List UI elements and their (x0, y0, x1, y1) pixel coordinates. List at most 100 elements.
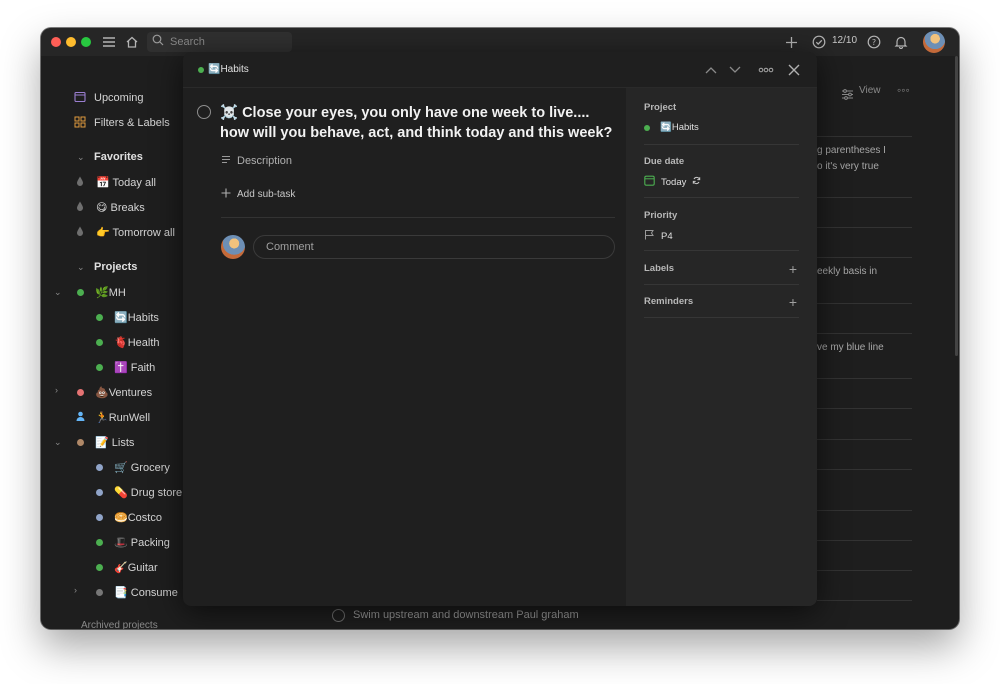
project-color-dot (96, 463, 103, 471)
sidebar-item-project[interactable]: 🛒 Grocery (96, 458, 170, 476)
productivity-check-icon[interactable] (811, 32, 827, 52)
divider (644, 284, 799, 285)
sidebar-item-favorite[interactable]: 😋 Breaks (76, 198, 145, 216)
calendar-icon (644, 175, 655, 189)
divider (644, 144, 799, 145)
chevron-down-icon[interactable]: ⌄ (54, 437, 62, 448)
favorites-header[interactable]: Favorites (94, 148, 143, 166)
priority-value: P4 (661, 230, 673, 242)
calendar-icon (74, 91, 86, 106)
project-color-dot (77, 388, 84, 396)
sidebar-item-label: 📅 Today all (96, 176, 156, 189)
search-bar[interactable] (147, 32, 292, 52)
sidebar-item-label: Upcoming (94, 92, 144, 104)
sidebar-item-project[interactable]: ✝️ Faith (96, 358, 155, 376)
sidebar-item-project[interactable]: 🎸Guitar (96, 558, 158, 576)
task-checkbox[interactable] (332, 609, 345, 622)
sidebar-item-label: 😋 Breaks (96, 201, 145, 214)
app-window: 12/10 ? Upcoming Filters & Labels ⌄ Favo… (41, 28, 959, 629)
project-label: Project (644, 102, 677, 113)
sidebar-item-favorite[interactable]: 👉 Tomorrow all (76, 223, 175, 241)
sidebar-item-favorite[interactable]: 📅 Today all (76, 173, 156, 191)
task-complete-checkbox[interactable] (197, 105, 211, 119)
sidebar-item-label: 🛒 Grocery (114, 461, 170, 474)
menu-icon[interactable] (101, 32, 117, 52)
projects-header[interactable]: Projects (94, 258, 137, 276)
next-task-chevron-down-icon[interactable] (727, 62, 743, 78)
sidebar-item-project[interactable]: 🫀Health (96, 333, 160, 351)
background-task-title[interactable]: Swim upstream and downstream Paul graham (353, 609, 579, 621)
project-color-dot (96, 488, 103, 496)
karma-counter[interactable]: 12/10 (832, 35, 857, 46)
add-label-plus-icon[interactable]: + (786, 262, 800, 276)
previous-task-chevron-up-icon[interactable] (703, 62, 719, 78)
search-input[interactable] (170, 36, 280, 48)
sidebar-item-label: 💊 Drug store (114, 486, 183, 499)
sidebar-item-project[interactable]: 💩Ventures (77, 383, 152, 401)
sidebar-item-project[interactable]: 🌿MH (77, 283, 126, 301)
minimize-window-button[interactable] (66, 37, 76, 47)
divider (817, 378, 912, 379)
sidebar-item-label: 🥯Costco (114, 511, 162, 524)
priority-selector[interactable]: P4 (644, 229, 673, 243)
chevron-right-icon[interactable]: › (55, 385, 58, 395)
due-date-selector[interactable]: Today (644, 175, 701, 189)
due-date-label: Due date (644, 156, 685, 167)
help-icon[interactable]: ? (866, 32, 882, 52)
sidebar-item-project[interactable]: 🏃RunWell (76, 408, 150, 426)
more-options-icon[interactable] (756, 62, 776, 78)
archived-projects-link[interactable]: Archived projects (81, 620, 158, 629)
home-icon[interactable] (124, 32, 140, 52)
divider (817, 570, 912, 571)
user-avatar[interactable] (923, 31, 945, 53)
chevron-right-icon[interactable]: › (74, 585, 77, 595)
breadcrumb[interactable]: 🔄Habits (198, 64, 249, 75)
sidebar-item-label: 🎩 Packing (114, 536, 170, 549)
scrollbar[interactable] (955, 56, 958, 356)
due-date-value: Today (661, 176, 687, 188)
drop-icon (76, 176, 84, 189)
task-title[interactable]: ☠️ Close your eyes, you only have one we… (220, 103, 620, 143)
sidebar: Upcoming Filters & Labels ⌄ Favorites 📅 … (41, 56, 184, 629)
description-field[interactable]: Description (221, 155, 292, 167)
description-lines-icon (221, 155, 231, 167)
view-button[interactable]: View (859, 85, 881, 96)
sidebar-item-project[interactable]: 🎩 Packing (96, 533, 170, 551)
sidebar-item-project[interactable]: 💊 Drug store (96, 483, 182, 501)
sidebar-item-project[interactable]: 📑 Consume (96, 583, 178, 601)
divider (817, 600, 912, 601)
drop-icon (76, 201, 84, 214)
add-reminder-plus-icon[interactable]: + (786, 295, 800, 309)
sidebar-item-project[interactable]: 📝 Lists (77, 433, 134, 451)
project-color-dot (198, 66, 204, 73)
add-subtask-button[interactable]: Add sub-task (221, 188, 295, 201)
filters-grid-icon (74, 116, 86, 131)
sidebar-item-upcoming[interactable]: Upcoming (74, 89, 144, 107)
divider (817, 439, 912, 440)
project-selector[interactable]: 🔄Habits (644, 122, 699, 133)
divider (817, 469, 912, 470)
comment-input[interactable] (253, 235, 615, 259)
chevron-down-icon[interactable]: ⌄ (77, 262, 85, 273)
divider (644, 250, 799, 251)
background-task-snippet: ve my blue line (817, 342, 884, 353)
project-color-dot (96, 513, 103, 521)
close-window-button[interactable] (51, 37, 61, 47)
sidebar-item-label: Filters & Labels (94, 117, 170, 129)
sidebar-item-project[interactable]: 🔄Habits (96, 308, 159, 326)
divider (817, 257, 912, 258)
chevron-down-icon[interactable]: ⌄ (77, 152, 85, 163)
sidebar-item-project[interactable]: 🥯Costco (96, 508, 162, 526)
maximize-window-button[interactable] (81, 37, 91, 47)
project-color-dot (96, 313, 103, 321)
sidebar-item-filters-labels[interactable]: Filters & Labels (74, 114, 170, 132)
svg-text:?: ? (872, 38, 876, 47)
divider (644, 317, 799, 318)
view-settings-icon[interactable] (841, 84, 854, 104)
background-task-snippet: o it's very true (817, 161, 879, 172)
close-modal-icon[interactable] (786, 62, 802, 78)
notifications-bell-icon[interactable] (893, 32, 909, 52)
more-options-icon[interactable]: ◦◦◦ (897, 83, 910, 97)
chevron-down-icon[interactable]: ⌄ (54, 287, 62, 298)
add-task-icon[interactable] (783, 32, 799, 52)
